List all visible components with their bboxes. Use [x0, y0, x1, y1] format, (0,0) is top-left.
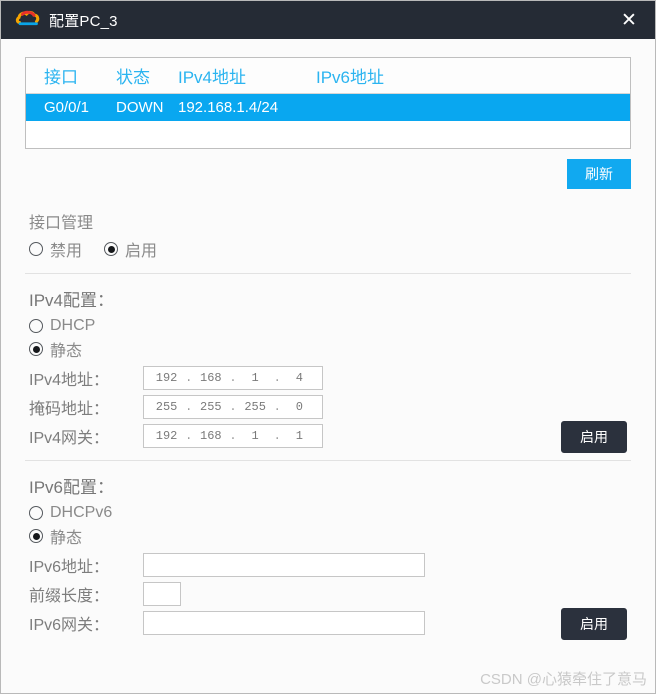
ipv4-address-row: IPv4地址： 192 . 168 . 1 . 4 [29, 366, 631, 391]
radio-ipv6-dhcpv6[interactable]: DHCPv6 [29, 504, 112, 522]
ipv6-gateway-input[interactable] [143, 611, 425, 636]
close-icon[interactable]: ✕ [603, 1, 655, 39]
octet-separator: . [229, 400, 237, 415]
radio-label: 静态 [50, 530, 83, 548]
radio-mark-icon [29, 506, 43, 521]
cloud-icon [15, 10, 40, 26]
octet-separator: . [273, 429, 281, 444]
ipv4-mask-input[interactable]: 255 . 255 . 255 . 0 [143, 395, 323, 420]
radio-interface-disable[interactable]: 禁用 [29, 237, 82, 261]
octet-2: 168 [200, 429, 222, 444]
interface-table-body: G0/0/1 DOWN 192.168.1.4/24 [26, 94, 630, 148]
ipv4-address-input[interactable]: 192 . 168 . 1 . 4 [143, 366, 323, 391]
column-header-ipv4: IPv4地址 [178, 68, 247, 87]
ipv6-gateway-label: IPv6网关： [29, 617, 110, 635]
ipv6-gateway-row: IPv6网关： 启用 [29, 608, 631, 641]
ipv6-mode-static-row: 静态 [29, 524, 631, 548]
column-header-ipv6: IPv6地址 [316, 68, 385, 87]
ipv6-address-row: IPv6地址： [29, 553, 631, 578]
radio-mark-selected-icon [104, 242, 119, 257]
octet-separator: . [185, 400, 193, 415]
octet-1: 192 [155, 371, 178, 386]
cell-interface: G0/0/1 [44, 99, 90, 116]
octet-4: 1 [295, 429, 303, 444]
octet-separator: . [273, 371, 281, 386]
ipv4-mask-label: 掩码地址： [29, 401, 110, 419]
cell-ipv4: 192.168.1.4/24 [178, 99, 279, 116]
refresh-button[interactable]: 刷新 [567, 159, 631, 190]
octet-3: 1 [251, 429, 259, 444]
octet-2: 168 [200, 371, 222, 386]
ipv6-apply-button[interactable]: 启用 [561, 608, 627, 641]
ipv6-mode-dhcpv6-row: DHCPv6 [29, 504, 631, 522]
octet-3: 1 [251, 371, 259, 386]
ipv6-address-input[interactable] [143, 553, 425, 578]
ipv4-apply-button[interactable]: 启用 [561, 421, 627, 454]
radio-mark-selected-icon [29, 529, 43, 544]
refresh-button-row: 刷新 [25, 159, 631, 190]
ipv4-mode-dhcp-row: DHCP [29, 317, 631, 335]
octet-3: 255 [244, 400, 266, 415]
radio-mark-icon [29, 319, 43, 334]
radio-label: 禁用 [50, 243, 83, 261]
octet-1: 192 [155, 429, 178, 444]
ipv4-mode-static-row: 静态 [29, 337, 631, 361]
ipv6-prefix-label: 前缀长度： [29, 588, 110, 606]
ipv4-address-label: IPv4地址： [29, 372, 110, 390]
octet-separator: . [273, 400, 281, 415]
column-header-interface: 接口 [44, 68, 78, 87]
window-titlebar: 配置PC_3 ✕ [1, 1, 655, 39]
radio-label: DHCPv6 [50, 504, 113, 522]
section-divider [25, 460, 631, 462]
config-dialog-window: 配置PC_3 ✕ 接口 状态 IPv4地址 IPv6地址 G0/0/1 DOWN… [0, 0, 656, 694]
window-title: 配置PC_3 [49, 12, 118, 30]
interface-mgmt-title: 接口管理 [29, 215, 94, 233]
ipv6-section-title: IPv6配置： [29, 478, 115, 498]
ipv4-gateway-label: IPv4网关： [29, 430, 110, 448]
octet-1: 255 [155, 400, 178, 415]
octet-4: 0 [295, 400, 303, 415]
interface-table-header: 接口 状态 IPv4地址 IPv6地址 [26, 58, 630, 94]
radio-mark-selected-icon [29, 342, 43, 357]
octet-separator: . [185, 429, 193, 444]
interface-mgmt-radio-group: 禁用 启用 [29, 237, 631, 261]
radio-ipv4-dhcp[interactable]: DHCP [29, 317, 95, 335]
radio-interface-enable[interactable]: 启用 [104, 237, 157, 261]
table-row[interactable]: G0/0/1 DOWN 192.168.1.4/24 [26, 94, 630, 121]
radio-ipv6-static[interactable]: 静态 [29, 524, 82, 548]
radio-label: 启用 [125, 243, 158, 261]
ipv4-gateway-input[interactable]: 192 . 168 . 1 . 1 [143, 424, 323, 449]
interface-table: 接口 状态 IPv4地址 IPv6地址 G0/0/1 DOWN 192.168.… [25, 57, 631, 149]
table-empty-row [26, 121, 630, 148]
ipv6-address-label: IPv6地址： [29, 559, 110, 577]
radio-label: 静态 [50, 343, 83, 361]
octet-separator: . [185, 371, 193, 386]
octet-separator: . [229, 429, 237, 444]
ipv6-prefix-row: 前缀长度： [29, 582, 631, 607]
dialog-content: 接口 状态 IPv4地址 IPv6地址 G0/0/1 DOWN 192.168.… [1, 39, 655, 693]
ipv4-mask-row: 掩码地址： 255 . 255 . 255 . 0 [29, 395, 631, 420]
radio-label: DHCP [50, 317, 96, 335]
watermark-text: CSDN @心猿牵住了意马 [480, 671, 647, 688]
octet-2: 255 [200, 400, 222, 415]
octet-separator: . [229, 371, 237, 386]
ipv6-prefix-input[interactable] [143, 582, 181, 607]
cell-status: DOWN [116, 99, 164, 116]
ipv4-section-title: IPv4配置： [29, 291, 115, 311]
radio-ipv4-static[interactable]: 静态 [29, 337, 82, 361]
ipv4-gateway-row: IPv4网关： 192 . 168 . 1 . 1 启用 [29, 421, 631, 454]
column-header-status: 状态 [116, 68, 150, 87]
section-divider [25, 273, 631, 275]
octet-4: 4 [295, 371, 303, 386]
radio-mark-icon [29, 242, 43, 257]
